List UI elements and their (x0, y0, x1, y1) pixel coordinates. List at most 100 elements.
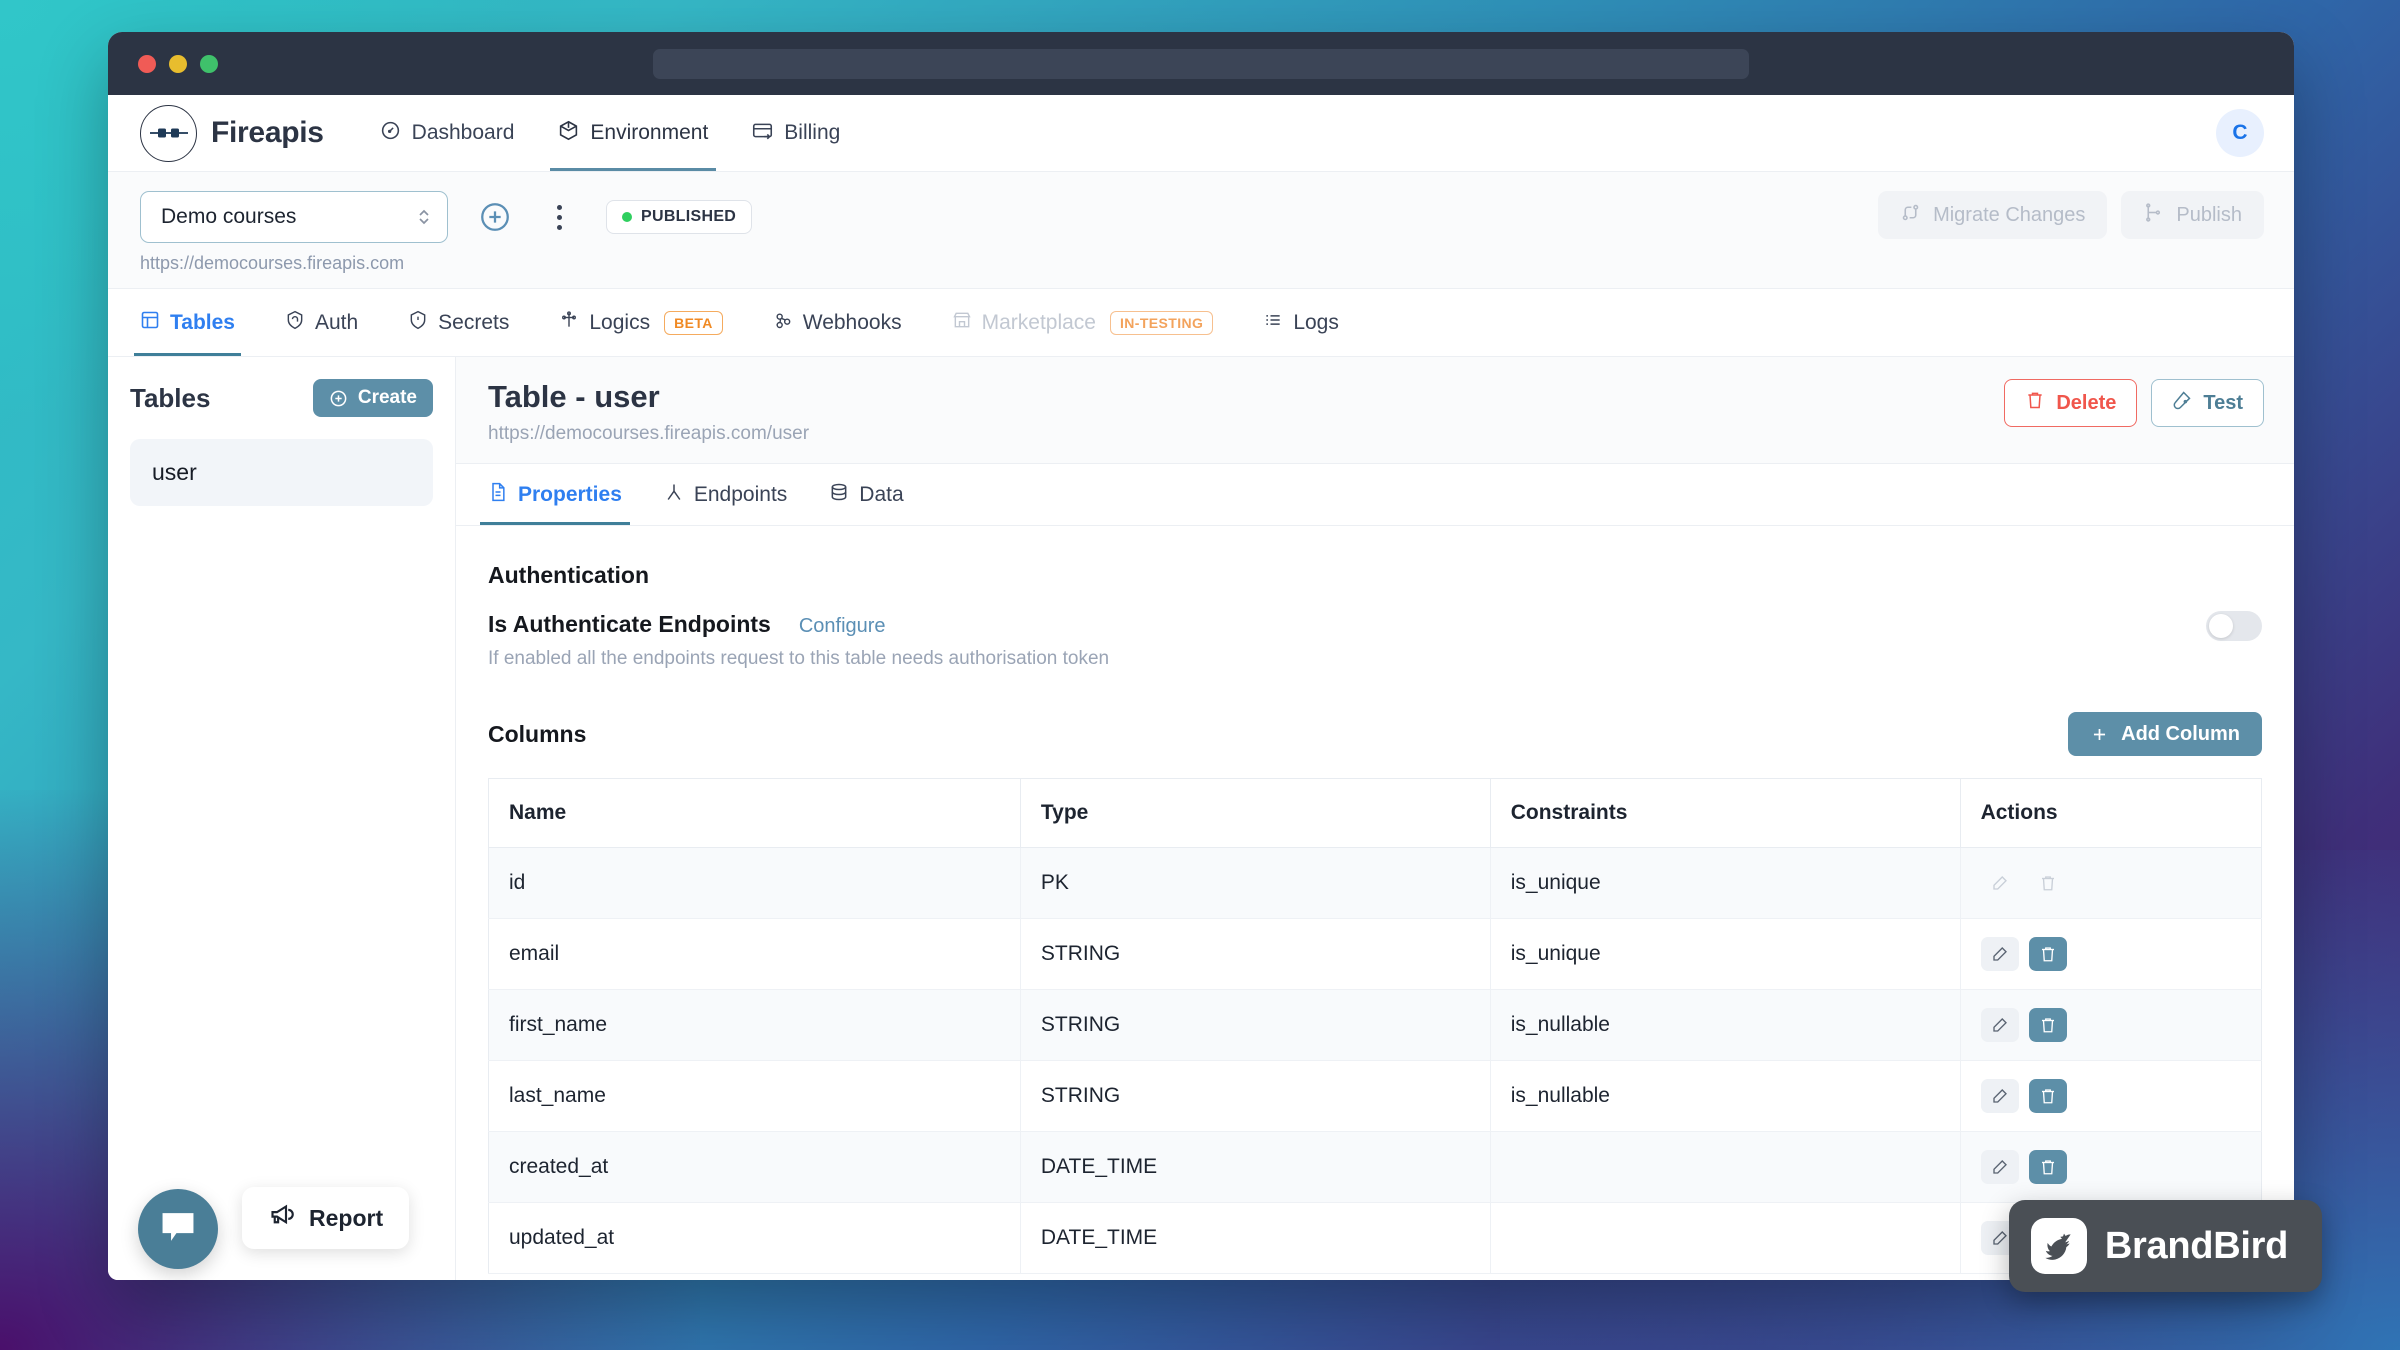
trash-icon (2025, 390, 2045, 416)
store-icon (952, 310, 972, 336)
cell-constraints: is_unique (1490, 847, 1961, 919)
cell-name: email (488, 918, 1021, 990)
delete-column-button[interactable] (2028, 1150, 2067, 1184)
kebab-menu-icon[interactable] (542, 204, 576, 230)
table-row: first_name STRING is_nullable (488, 989, 2262, 1061)
columns-header: Columns Add Column (488, 712, 2262, 756)
avatar-initial: C (2232, 121, 2248, 144)
table-row: updated_at DATE_TIME (488, 1202, 2262, 1274)
add-column-button[interactable]: Add Column (2068, 712, 2262, 756)
cell-name: first_name (488, 989, 1021, 1061)
sidebar-header: Tables Create (130, 379, 433, 417)
columns-header-row: Name Type Constraints Actions (488, 778, 2262, 848)
tab-logics-label: Logics (589, 310, 651, 334)
plug-connector-icon (140, 104, 197, 162)
branch-icon (2143, 202, 2164, 229)
plus-circle-icon (330, 390, 347, 406)
project-toolbar-row: Demo courses PUBLISHED (140, 191, 753, 243)
primary-nav: Dashboard Environment Billing (358, 95, 863, 171)
delete-column-button[interactable] (2028, 937, 2067, 971)
nav-item-billing-label: Billing (784, 121, 841, 144)
create-table-button[interactable]: Create (312, 379, 433, 417)
delete-table-label: Delete (2056, 391, 2117, 414)
fingerprint-shield-icon (285, 310, 305, 336)
project-select[interactable]: Demo courses (140, 191, 448, 243)
tab-secrets-label: Secrets (438, 310, 510, 334)
sidebar-item-user[interactable]: user (130, 439, 433, 506)
subtab-data[interactable]: Data (829, 464, 904, 525)
add-project-button[interactable] (478, 200, 512, 234)
browser-url-bar[interactable] (653, 48, 1749, 79)
authenticate-endpoints-toggle[interactable] (2206, 611, 2262, 641)
close-window-button[interactable] (138, 54, 156, 73)
brandbird-label: BrandBird (2104, 1224, 2288, 1267)
nav-item-dashboard[interactable]: Dashboard (358, 95, 537, 171)
brand-name: Fireapis (211, 116, 324, 149)
maximize-window-button[interactable] (200, 54, 218, 73)
cell-actions (1960, 989, 2262, 1061)
database-icon (829, 482, 849, 508)
plus-icon (2094, 728, 2106, 740)
nav-item-environment-label: Environment (590, 121, 709, 144)
tab-tables[interactable]: Tables (134, 289, 257, 356)
test-table-label: Test (2203, 391, 2243, 414)
brand[interactable]: Fireapis (140, 104, 324, 162)
cell-actions (1960, 847, 2262, 919)
authenticate-endpoints-description: If enabled all the endpoints request to … (488, 648, 1110, 669)
chat-bubble-icon (159, 1210, 197, 1249)
browser-titlebar (108, 32, 2294, 95)
migrate-changes-button[interactable]: Migrate Changes (1878, 191, 2108, 239)
nav-item-dashboard-label: Dashboard (411, 121, 515, 144)
list-icon (1263, 310, 1283, 336)
cell-type: PK (1020, 847, 1491, 919)
avatar[interactable]: C (2216, 109, 2264, 157)
migrate-icon (1900, 202, 1921, 229)
marketplace-testing-tag: IN-TESTING (1109, 310, 1214, 335)
subtab-data-label: Data (859, 482, 904, 506)
publish-label: Publish (2176, 203, 2242, 226)
main-panel: Table - user https://democourses.fireapi… (456, 357, 2294, 1280)
delete-column-button[interactable] (2028, 1008, 2067, 1042)
toggle-knob (2209, 614, 2233, 638)
edit-column-button[interactable] (1980, 1079, 2019, 1113)
delete-table-button[interactable]: Delete (2004, 379, 2138, 427)
cell-name: last_name (488, 1060, 1021, 1132)
webhook-icon (773, 310, 793, 336)
tab-auth[interactable]: Auth (285, 289, 380, 356)
report-label: Report (309, 1204, 384, 1231)
chat-support-button[interactable] (138, 1189, 218, 1269)
edit-column-button[interactable] (1980, 1150, 2019, 1184)
subtab-properties[interactable]: Properties (480, 464, 630, 525)
nav-item-environment[interactable]: Environment (536, 95, 730, 171)
minimize-window-button[interactable] (169, 54, 187, 73)
document-icon (488, 482, 508, 508)
test-table-button[interactable]: Test (2151, 379, 2264, 427)
test-tube-icon (2172, 390, 2192, 416)
nav-item-billing[interactable]: Billing (730, 95, 862, 171)
table-url: https://democourses.fireapis.com/user (488, 423, 810, 444)
cell-actions (1960, 918, 2262, 990)
sidebar-item-label: user (152, 459, 197, 485)
subtab-endpoints[interactable]: Endpoints (664, 464, 787, 525)
delete-column-button[interactable] (2028, 1079, 2067, 1113)
table-row: email STRING is_unique (488, 918, 2262, 990)
report-button[interactable]: Report (242, 1187, 410, 1249)
tab-logics[interactable]: Logics BETA (559, 289, 744, 356)
status-badge-label: PUBLISHED (641, 208, 737, 225)
tab-tables-label: Tables (170, 310, 235, 334)
tab-logs[interactable]: Logs (1263, 289, 1361, 356)
edit-column-button[interactable] (1980, 1008, 2019, 1042)
columns-table-body: id PK is_unique email STRING is_unique f… (488, 847, 2262, 1274)
column-header-type: Type (1020, 778, 1491, 848)
tab-secrets[interactable]: Secrets (408, 289, 531, 356)
edit-column-button[interactable] (1980, 937, 2019, 971)
flow-icon (559, 310, 579, 336)
page-title: Table - user (488, 379, 660, 414)
subtab-endpoints-label: Endpoints (693, 482, 788, 506)
sidebar-title: Tables (130, 382, 211, 413)
cell-constraints: is_nullable (1490, 989, 1961, 1061)
configure-link[interactable]: Configure (799, 615, 886, 638)
table-header: Table - user https://democourses.fireapi… (456, 357, 2294, 464)
tab-webhooks[interactable]: Webhooks (773, 289, 924, 356)
publish-button[interactable]: Publish (2121, 191, 2264, 239)
